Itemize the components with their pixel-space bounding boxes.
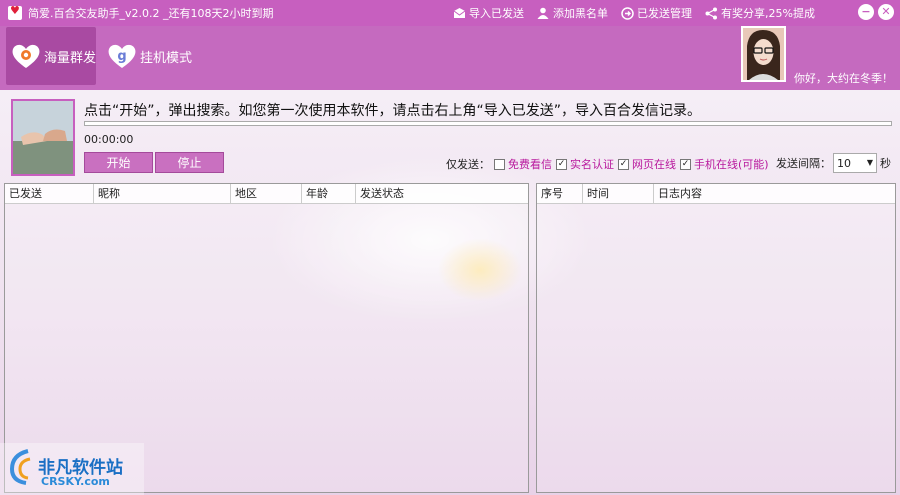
column-header-index[interactable]: 序号 bbox=[537, 184, 583, 204]
send-filters: 仅发送： 免费看信 ✓ 实名认证 ✓ 网页在线 ✓ 手机在线(可能) bbox=[446, 156, 769, 172]
import-sent-button[interactable]: 导入已发送 bbox=[452, 5, 524, 21]
start-button[interactable]: 开始 bbox=[84, 152, 153, 173]
column-header-age[interactable]: 年龄 bbox=[302, 184, 356, 204]
column-header-sent[interactable]: 已发送 bbox=[5, 184, 94, 204]
share-icon bbox=[704, 6, 718, 20]
share-reward-button[interactable]: 有奖分享,25%提成 bbox=[704, 5, 815, 21]
filter-mobile-online-checkbox[interactable]: ✓ bbox=[680, 158, 691, 170]
filter-free-read-checkbox[interactable] bbox=[494, 158, 505, 170]
send-interval: 发送间隔： 10 ▼ 秒 bbox=[776, 153, 891, 173]
column-header-nickname[interactable]: 昵称 bbox=[94, 184, 231, 204]
person-icon bbox=[536, 6, 550, 20]
interval-select[interactable]: 10 ▼ bbox=[833, 153, 877, 173]
column-header-log[interactable]: 日志内容 bbox=[654, 184, 894, 204]
filter-real-name-label: 实名认证 bbox=[570, 158, 614, 171]
mode-bar: 海量群发 g 挂机模式 你好，大约在冬季！ bbox=[0, 26, 900, 90]
chevron-down-icon: ▼ bbox=[866, 158, 873, 167]
filter-label: 仅发送： bbox=[446, 158, 490, 171]
svg-text:g: g bbox=[117, 49, 126, 64]
share-reward-label: 有奖分享,25%提成 bbox=[721, 7, 815, 20]
watermark-subtitle: CRSKY.com bbox=[41, 475, 110, 488]
mode-mass-send-button[interactable]: 海量群发 bbox=[6, 27, 96, 85]
import-sent-label: 导入已发送 bbox=[469, 7, 524, 20]
interval-label: 发送间隔： bbox=[776, 157, 831, 170]
heart-icon bbox=[10, 42, 42, 70]
user-greeting: 你好，大约在冬季！ bbox=[794, 72, 893, 85]
instruction-text: 点击“开始”，弹出搜索。如您第一次使用本软件，请点击右上角“导入已发送”，导入百… bbox=[84, 103, 702, 119]
interval-value: 10 bbox=[837, 156, 851, 170]
filter-mobile-online-label: 手机在线(可能) bbox=[694, 158, 769, 171]
g-heart-icon: g bbox=[106, 42, 138, 70]
filter-web-online-label: 网页在线 bbox=[632, 158, 676, 171]
column-header-region[interactable]: 地区 bbox=[231, 184, 302, 204]
filter-real-name-checkbox[interactable]: ✓ bbox=[556, 158, 567, 170]
arrow-circle-icon bbox=[620, 6, 634, 20]
filter-free-read-label: 免费看信 bbox=[508, 158, 552, 171]
mode-mass-send-label: 海量群发 bbox=[44, 50, 97, 66]
sent-management-button[interactable]: 已发送管理 bbox=[620, 5, 692, 21]
mode-idle-label: 挂机模式 bbox=[140, 50, 193, 66]
filter-web-online-checkbox[interactable]: ✓ bbox=[618, 158, 629, 170]
stop-button[interactable]: 停止 bbox=[155, 152, 224, 173]
task-thumbnail bbox=[11, 99, 75, 176]
sent-management-label: 已发送管理 bbox=[637, 7, 692, 20]
app-heart-icon bbox=[8, 4, 22, 20]
minimize-button[interactable]: − bbox=[858, 4, 874, 20]
add-blacklist-button[interactable]: 添加黑名单 bbox=[536, 5, 608, 21]
title-bar: 简爱.百合交友助手_v2.0.2 _还有108天2小时到期 导入已发送 添加黑名… bbox=[0, 0, 900, 26]
watermark-logo-icon bbox=[6, 447, 36, 485]
column-header-status[interactable]: 发送状态 bbox=[356, 184, 528, 204]
elapsed-timer: 00:00:00 bbox=[84, 133, 134, 146]
close-button[interactable]: ✕ bbox=[878, 4, 894, 20]
mail-icon bbox=[452, 6, 466, 20]
log-header: 序号 时间 日志内容 bbox=[537, 184, 895, 204]
top-actions: 导入已发送 添加黑名单 已发送管理 有奖分享,25%提成 bbox=[452, 0, 815, 26]
window-title: 简爱.百合交友助手_v2.0.2 _还有108天2小时到期 bbox=[28, 7, 274, 20]
add-blacklist-label: 添加黑名单 bbox=[553, 7, 608, 20]
column-header-time[interactable]: 时间 bbox=[583, 184, 654, 204]
window-controls: − ✕ bbox=[858, 4, 894, 20]
interval-unit: 秒 bbox=[880, 157, 891, 170]
user-avatar[interactable] bbox=[741, 26, 786, 82]
progress-bar bbox=[84, 121, 892, 126]
site-watermark: 非凡软件站 CRSKY.com bbox=[0, 443, 144, 495]
main-content: 点击“开始”，弹出搜索。如您第一次使用本软件，请点击右上角“导入已发送”，导入百… bbox=[0, 90, 900, 495]
sent-list-header: 已发送 昵称 地区 年龄 发送状态 bbox=[5, 184, 528, 204]
log-table[interactable]: 序号 时间 日志内容 bbox=[536, 183, 896, 493]
mode-idle-button[interactable]: g 挂机模式 bbox=[106, 27, 202, 85]
